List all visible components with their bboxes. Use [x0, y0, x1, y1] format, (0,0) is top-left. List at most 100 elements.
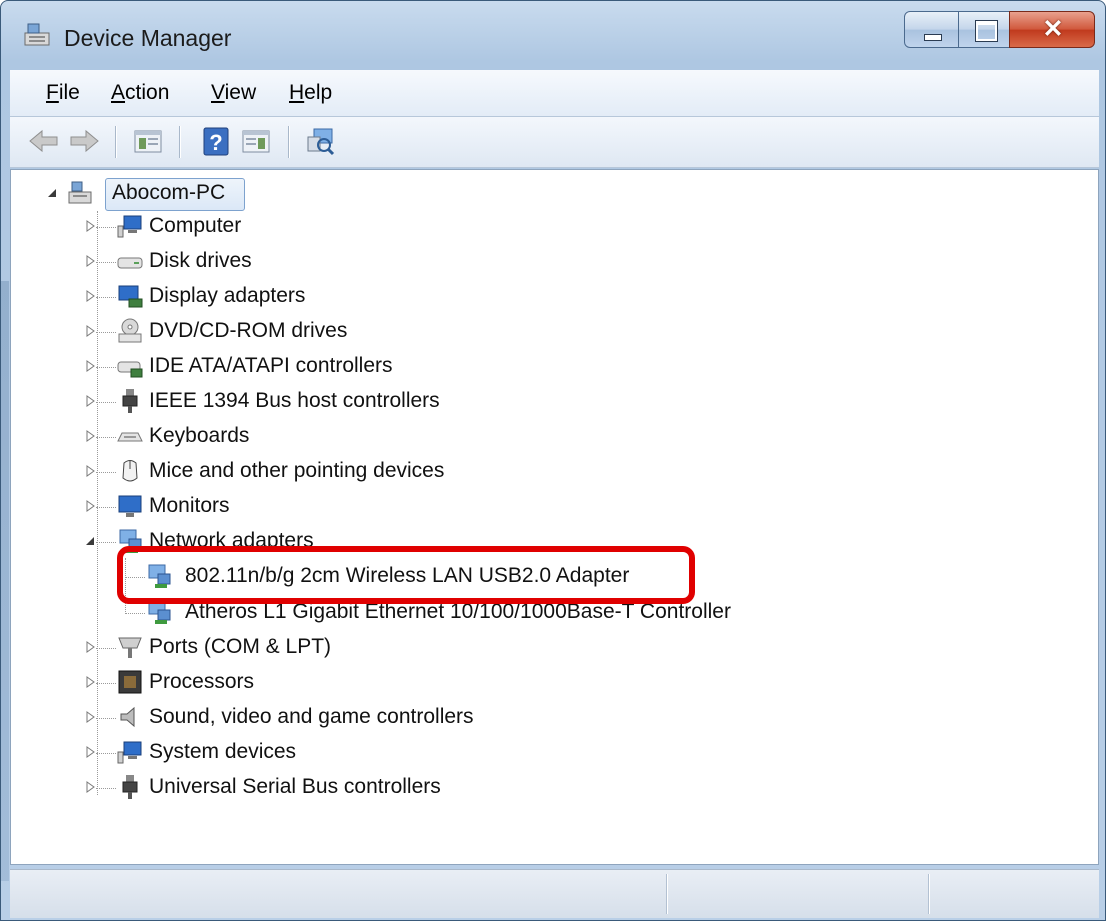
scan-hardware-icon[interactable] [302, 123, 338, 159]
menu-file-accesskey: F [46, 81, 59, 104]
toolbar-separator [179, 126, 180, 158]
collapsed-arrow-icon[interactable] [84, 289, 96, 303]
tree-item-dvd-cd-rom-drives[interactable]: DVD/CD-ROM drives [84, 316, 484, 348]
monitor-icon [118, 495, 142, 517]
tree-item-ide-ata-atapi-controllers[interactable]: IDE ATA/ATAPI controllers [84, 351, 484, 383]
computer-icon [117, 215, 142, 238]
device-manager-icon [24, 23, 50, 46]
window-frame-left [1, 281, 9, 881]
tree-item-sound-video-game-controllers[interactable]: Sound, video and game controllers [84, 702, 524, 734]
collapsed-arrow-icon[interactable] [84, 254, 96, 268]
show-hide-console-tree-icon[interactable] [130, 123, 166, 159]
usb-icon [122, 775, 138, 799]
menu-file-rest: ile [58, 81, 80, 104]
collapsed-arrow-icon[interactable] [84, 324, 96, 338]
keyboard-icon [117, 432, 143, 442]
tree-item-label: Processors [149, 670, 255, 693]
ide-controller-icon [117, 361, 143, 378]
expanded-arrow-icon[interactable] [84, 534, 96, 548]
collapsed-arrow-icon[interactable] [84, 464, 96, 478]
help-icon[interactable]: ? [198, 123, 234, 159]
tree-connector-dots [96, 648, 116, 650]
tree-connector-dots [96, 507, 116, 509]
status-bar-divider [928, 874, 929, 914]
window-title: Device Manager [64, 25, 232, 51]
collapsed-arrow-icon[interactable] [84, 780, 96, 794]
collapsed-arrow-icon[interactable] [84, 394, 96, 408]
tree-item-label: Computer [149, 214, 242, 237]
collapsed-arrow-icon[interactable] [84, 640, 96, 654]
tree-connector-dots [96, 542, 116, 544]
tree-item-mice[interactable]: Mice and other pointing devices [84, 456, 504, 488]
tree-item-ieee-1394-bus-host-controllers[interactable]: IEEE 1394 Bus host controllers [84, 386, 504, 418]
menu-help[interactable]: Help [289, 81, 332, 105]
forward-icon[interactable] [66, 123, 102, 159]
tree-connector-dots [96, 402, 116, 404]
show-hide-action-pane-icon[interactable] [238, 123, 274, 159]
tree-item-usb-controllers[interactable]: Universal Serial Bus controllers [84, 772, 504, 804]
tree-connector-dots [96, 718, 116, 720]
title-bar[interactable]: Device Manager ✕ [1, 1, 1105, 65]
collapsed-arrow-icon[interactable] [84, 359, 96, 373]
tree-connector-dots [96, 367, 116, 369]
tree-item-processors[interactable]: Processors [84, 667, 484, 699]
tree-item-label: Ports (COM & LPT) [149, 635, 332, 658]
toolbar-separator [288, 126, 289, 158]
disk-drive-icon [117, 257, 143, 269]
tree-item-disk-drives[interactable]: Disk drives [84, 246, 484, 278]
processor-icon [118, 670, 142, 694]
toolbar: ? [10, 117, 1099, 168]
menu-action-rest: ction [125, 81, 170, 104]
tree-item-label: Mice and other pointing devices [149, 459, 445, 482]
collapsed-arrow-icon[interactable] [84, 219, 96, 233]
menu-file[interactable]: File [46, 81, 80, 105]
collapsed-arrow-icon[interactable] [84, 499, 96, 513]
tree-item-system-devices[interactable]: System devices [84, 737, 484, 769]
computer-network-icon [68, 181, 92, 204]
expanded-arrow-icon[interactable] [46, 186, 58, 200]
menu-action-accesskey: A [111, 81, 126, 104]
port-icon [118, 637, 142, 658]
minimize-icon [924, 34, 942, 41]
svg-text:?: ? [209, 130, 222, 155]
maximize-button[interactable] [958, 11, 1010, 48]
tree-item-ports[interactable]: Ports (COM & LPT) [84, 632, 484, 664]
collapsed-arrow-icon[interactable] [84, 710, 96, 724]
minimize-button[interactable] [904, 11, 959, 48]
toolbar-separator [115, 126, 116, 158]
close-icon: ✕ [1042, 15, 1064, 43]
tree-root-label: Abocom-PC [112, 181, 226, 204]
tree-item-label: Keyboards [149, 424, 250, 447]
collapsed-arrow-icon[interactable] [84, 675, 96, 689]
menu-bar: File Action View Help [10, 70, 1099, 117]
tree-item-label: IEEE 1394 Bus host controllers [149, 389, 440, 412]
tree-connector-dots [96, 788, 116, 790]
display-adapter-icon [118, 285, 143, 308]
tree-item-label: Display adapters [149, 284, 306, 307]
tree-item-display-adapters[interactable]: Display adapters [84, 281, 484, 313]
back-icon[interactable] [26, 123, 62, 159]
menu-action[interactable]: Action [111, 81, 169, 105]
tree-item-label: Disk drives [149, 249, 252, 272]
tree-item-computer[interactable]: Computer [84, 211, 484, 243]
collapsed-arrow-icon[interactable] [84, 429, 96, 443]
tree-root-abocom-pc[interactable]: Abocom-PC [46, 178, 256, 210]
tree-item-monitors[interactable]: Monitors [84, 491, 484, 523]
tree-connector-dots [96, 262, 116, 264]
menu-help-rest: elp [304, 81, 333, 104]
menu-view[interactable]: View [211, 81, 256, 105]
mouse-icon [122, 460, 138, 482]
close-button[interactable]: ✕ [1009, 11, 1095, 48]
collapsed-arrow-icon[interactable] [84, 745, 96, 759]
highlight-box [117, 546, 695, 604]
tree-item-keyboards[interactable]: Keyboards [84, 421, 484, 453]
menu-view-accesskey: V [211, 81, 225, 104]
tree-connector-dots [96, 437, 116, 439]
menu-view-rest: iew [224, 81, 257, 104]
status-bar [10, 869, 1099, 918]
status-bar-divider [666, 874, 667, 914]
maximize-icon [975, 20, 998, 42]
tree-connector-dots [96, 683, 116, 685]
tree-connector-dots [125, 613, 145, 615]
dvd-drive-icon [118, 318, 142, 343]
